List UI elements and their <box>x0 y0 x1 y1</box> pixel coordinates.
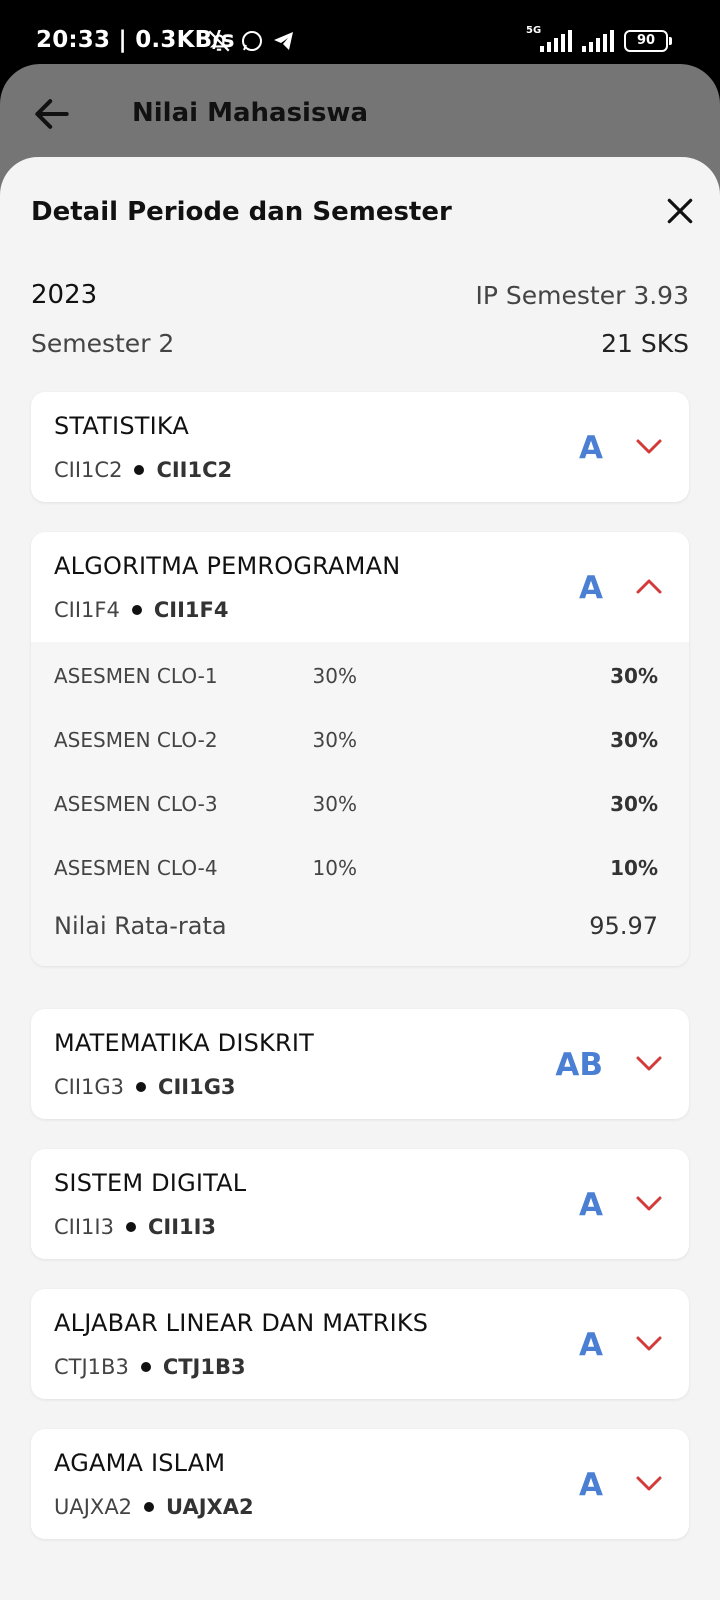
separator-dot <box>134 465 145 475</box>
detail-bottom-sheet: Detail Periode dan Semester 2023 IP Seme… <box>0 157 720 1600</box>
course-name: SISTEM DIGITAL <box>54 1169 247 1197</box>
grade-badge: A <box>579 1467 603 1503</box>
ip-semester: IP Semester 3.93 <box>475 280 689 310</box>
course-code-secondary: CII1C2 <box>156 458 233 482</box>
signal-icon <box>582 30 614 52</box>
course-header[interactable]: STATISTIKA CII1C2 CII1C2 A <box>31 392 689 502</box>
chevron-down-icon[interactable] <box>634 1051 664 1075</box>
status-right: 5G 90 <box>526 26 672 52</box>
course-codes: UAJXA2 UAJXA2 <box>54 1495 254 1519</box>
separator-dot <box>136 1082 147 1092</box>
assessment-label: ASESMEN CLO-2 <box>54 728 218 752</box>
assessment-label: ASESMEN CLO-1 <box>54 664 218 688</box>
chevron-down-icon[interactable] <box>634 434 664 458</box>
bell-off-icon <box>208 30 230 52</box>
average-label: Nilai Rata-rata <box>54 912 227 940</box>
average-value: 95.97 <box>589 912 658 940</box>
course-header[interactable]: SISTEM DIGITAL CII1I3 CII1I3 A <box>31 1149 689 1259</box>
grade-badge: A <box>579 1327 603 1363</box>
separator-dot <box>131 605 142 615</box>
chevron-down-icon[interactable] <box>634 1471 664 1495</box>
course-code-secondary: CII1F4 <box>153 598 229 622</box>
telegram-icon <box>274 32 293 50</box>
course-code: CII1C2 <box>54 458 123 482</box>
course-code-secondary: UAJXA2 <box>166 1495 254 1519</box>
course-header[interactable]: ALJABAR LINEAR DAN MATRIKS CTJ1B3 CTJ1B3… <box>31 1289 689 1399</box>
grade-badge: A <box>579 430 603 466</box>
average-row: Nilai Rata-rata 95.97 <box>31 898 689 954</box>
assessment-value: 10% <box>610 856 658 880</box>
assessment-row: ASESMEN CLO-3 30% 30% <box>31 770 689 834</box>
course-code: CTJ1B3 <box>54 1355 129 1379</box>
course-header[interactable]: ALGORITMA PEMROGRAMAN CII1F4 CII1F4 A <box>31 532 689 642</box>
back-arrow-icon[interactable] <box>30 92 74 136</box>
close-icon[interactable] <box>664 195 696 227</box>
course-header[interactable]: MATEMATIKA DISKRIT CII1G3 CII1G3 AB <box>31 1009 689 1119</box>
course-codes: CII1F4 CII1F4 <box>54 598 228 622</box>
sks-total: 21 SKS <box>601 329 689 358</box>
separator-dot <box>140 1362 151 1372</box>
battery-icon: 90 <box>624 30 672 52</box>
course-name: AGAMA ISLAM <box>54 1449 226 1477</box>
status-time: 20:33 | 0.3KB/s <box>36 27 235 53</box>
course-codes: CTJ1B3 CTJ1B3 <box>54 1355 246 1379</box>
assessment-row: ASESMEN CLO-1 30% 30% <box>31 642 689 706</box>
course-code: CII1F4 <box>54 598 120 622</box>
grade-badge: A <box>579 570 603 606</box>
sheet-title: Detail Periode dan Semester <box>31 197 452 227</box>
assessment-value: 30% <box>610 792 658 816</box>
course-header[interactable]: AGAMA ISLAM UAJXA2 UAJXA2 A <box>31 1429 689 1539</box>
course-name: ALGORITMA PEMROGRAMAN <box>54 552 401 580</box>
assessment-row: ASESMEN CLO-2 30% 30% <box>31 706 689 770</box>
chevron-up-icon[interactable] <box>634 574 664 598</box>
chevron-down-icon[interactable] <box>634 1191 664 1215</box>
course-code: CII1I3 <box>54 1215 114 1239</box>
assessment-weight: 30% <box>312 728 357 752</box>
semester-row: Semester 2 21 SKS <box>31 329 689 358</box>
course-code-secondary: CII1G3 <box>158 1075 236 1099</box>
course-name: MATEMATIKA DISKRIT <box>54 1029 314 1057</box>
assessment-value: 30% <box>610 664 658 688</box>
assessment-weight: 30% <box>312 664 357 688</box>
assessment-value: 30% <box>610 728 658 752</box>
assessment-row: ASESMEN CLO-4 10% 10% <box>31 834 689 898</box>
year-label: 2023 <box>31 280 98 310</box>
assessment-label: ASESMEN CLO-3 <box>54 792 218 816</box>
course-card-statistika[interactable]: STATISTIKA CII1C2 CII1C2 A <box>31 392 689 502</box>
course-name: ALJABAR LINEAR DAN MATRIKS <box>54 1309 429 1337</box>
course-card-algoritma[interactable]: ALGORITMA PEMROGRAMAN CII1F4 CII1F4 A AS… <box>31 532 689 966</box>
course-card-agama-islam[interactable]: AGAMA ISLAM UAJXA2 UAJXA2 A <box>31 1429 689 1539</box>
course-codes: CII1G3 CII1G3 <box>54 1075 236 1099</box>
course-code-secondary: CII1I3 <box>147 1215 217 1239</box>
grade-badge: AB <box>555 1047 603 1083</box>
page-title: Nilai Mahasiswa <box>132 98 368 128</box>
assessment-label: ASESMEN CLO-4 <box>54 856 218 880</box>
signal-5g-icon: 5G <box>526 26 572 52</box>
course-codes: CII1C2 CII1C2 <box>54 458 232 482</box>
separator-dot <box>125 1222 136 1232</box>
chevron-down-icon[interactable] <box>634 1331 664 1355</box>
course-codes: CII1I3 CII1I3 <box>54 1215 216 1239</box>
assessment-weight: 10% <box>312 856 357 880</box>
course-card-sistem-digital[interactable]: SISTEM DIGITAL CII1I3 CII1I3 A <box>31 1149 689 1259</box>
assessment-weight: 30% <box>312 792 357 816</box>
course-name: STATISTIKA <box>54 412 190 440</box>
course-card-aljabar-linear[interactable]: ALJABAR LINEAR DAN MATRIKS CTJ1B3 CTJ1B3… <box>31 1289 689 1399</box>
period-row: 2023 IP Semester 3.93 <box>31 280 689 310</box>
whatsapp-icon <box>242 31 262 51</box>
course-card-matematika-diskrit[interactable]: MATEMATIKA DISKRIT CII1G3 CII1G3 AB <box>31 1009 689 1119</box>
semester-label: Semester 2 <box>31 329 175 358</box>
separator-dot <box>144 1502 155 1512</box>
course-code: CII1G3 <box>54 1075 125 1099</box>
notification-icons <box>206 28 296 54</box>
grade-badge: A <box>579 1187 603 1223</box>
assessment-details: ASESMEN CLO-1 30% 30% ASESMEN CLO-2 30% … <box>31 642 689 966</box>
course-code-secondary: CTJ1B3 <box>162 1355 246 1379</box>
course-code: UAJXA2 <box>54 1495 133 1519</box>
